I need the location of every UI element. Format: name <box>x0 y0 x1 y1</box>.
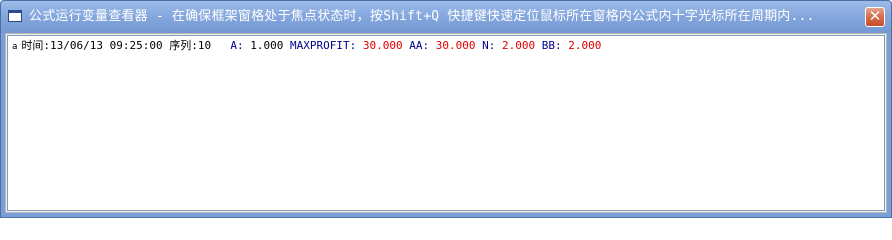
var-name-n: N: <box>482 39 496 52</box>
var-value-maxprofit: 30.000 <box>362 39 403 52</box>
var-name-aa: AA: <box>409 39 430 52</box>
row-marker: a <box>12 42 18 52</box>
close-button[interactable]: ✕ <box>865 7 885 27</box>
var-value-bb: 2.000 <box>568 39 602 52</box>
variable-row: a 时间:13/06/13 09:25:00 序列:10 A: 1.000 MAX… <box>12 39 601 54</box>
var-value-a: 1.000 <box>250 39 284 52</box>
variable-viewer-window: 公式运行变量查看器 - 在确保框架窗格处于焦点状态时，按Shift+Q 快捷键快… <box>0 0 892 218</box>
var-value-n: 2.000 <box>502 39 536 52</box>
client-area: a 时间:13/06/13 09:25:00 序列:10 A: 1.000 MAX… <box>5 33 887 213</box>
window-icon <box>8 10 22 22</box>
variable-output-panel: a 时间:13/06/13 09:25:00 序列:10 A: 1.000 MAX… <box>7 35 885 211</box>
var-name-a: A: <box>230 39 244 52</box>
sequence-value: 10 <box>197 39 212 52</box>
var-name-maxprofit: MAXPROFIT: <box>290 39 357 52</box>
sequence-label: 序列: <box>169 39 198 52</box>
window-title: 公式运行变量查看器 - 在确保框架窗格处于焦点状态时，按Shift+Q 快捷键快… <box>29 9 815 24</box>
time-value: 13/06/13 09:25:00 <box>50 39 163 52</box>
var-name-bb: BB: <box>541 39 562 52</box>
title-bar[interactable]: 公式运行变量查看器 - 在确保框架窗格处于焦点状态时，按Shift+Q 快捷键快… <box>1 1 891 33</box>
time-label: 时间: <box>21 39 51 52</box>
var-value-aa: 30.000 <box>435 39 476 52</box>
